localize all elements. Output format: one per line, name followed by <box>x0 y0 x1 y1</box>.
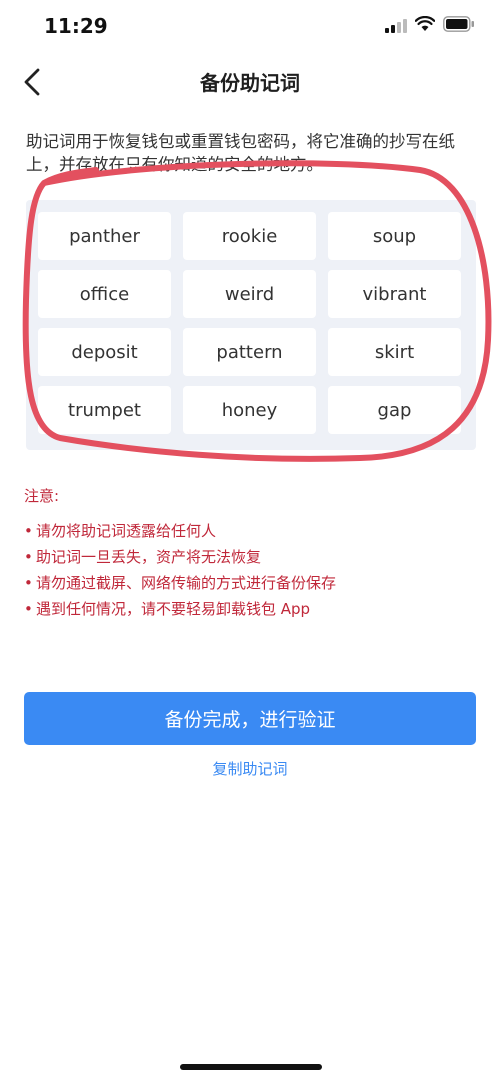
mnemonic-word: office <box>38 270 171 318</box>
battery-icon <box>443 16 474 32</box>
notice-item: • 请勿通过截屏、网络传输的方式进行备份保存 <box>24 570 484 596</box>
notice-item-text: 助记词一旦丢失，资产将无法恢复 <box>36 548 262 566</box>
mnemonic-word: soup <box>328 212 461 260</box>
mnemonic-word: rookie <box>183 212 316 260</box>
mnemonic-word: vibrant <box>328 270 461 318</box>
backup-complete-verify-button[interactable]: 备份完成，进行验证 <box>24 692 476 745</box>
notice-item-text: 请勿通过截屏、网络传输的方式进行备份保存 <box>36 574 337 592</box>
navigation-bar: 备份助记词 <box>0 54 500 110</box>
notice-title: 注意: <box>24 487 60 505</box>
mnemonic-word: panther <box>38 212 171 260</box>
bullet-icon: • <box>24 574 33 592</box>
bullet-icon: • <box>24 600 33 618</box>
notice-item-text: 请勿将助记词透露给任何人 <box>36 522 217 540</box>
warning-notice: 注意: • 请勿将助记词透露给任何人 • 助记词一旦丢失，资产将无法恢复 • 请… <box>24 485 484 622</box>
notice-item: • 遇到任何情况，请不要轻易卸载钱包 App <box>24 596 484 622</box>
mnemonic-description: 助记词用于恢复钱包或重置钱包密码，将它准确的抄写在纸上，并存放在只有你知道的安全… <box>26 132 455 174</box>
mnemonic-word-grid: panther rookie soup office weird vibrant… <box>26 200 476 450</box>
notice-item-text: 遇到任何情况，请不要轻易卸载钱包 App <box>36 600 311 618</box>
wifi-icon <box>415 16 435 31</box>
status-bar: 11:29 <box>0 0 500 54</box>
mnemonic-word: honey <box>183 386 316 434</box>
page-title: 备份助记词 <box>200 71 300 95</box>
status-time: 11:29 <box>44 14 108 38</box>
mnemonic-word: gap <box>328 386 461 434</box>
mnemonic-word: skirt <box>328 328 461 376</box>
notice-item: • 助记词一旦丢失，资产将无法恢复 <box>24 544 484 570</box>
mnemonic-word: pattern <box>183 328 316 376</box>
bullet-icon: • <box>24 522 33 540</box>
cellular-signal-icon <box>385 19 407 33</box>
mnemonic-word: trumpet <box>38 386 171 434</box>
mnemonic-word: deposit <box>38 328 171 376</box>
home-indicator <box>180 1064 322 1070</box>
copy-mnemonic-link[interactable]: 复制助记词 <box>0 758 500 779</box>
mnemonic-word: weird <box>183 270 316 318</box>
notice-item: • 请勿将助记词透露给任何人 <box>24 518 484 544</box>
bullet-icon: • <box>24 548 33 566</box>
